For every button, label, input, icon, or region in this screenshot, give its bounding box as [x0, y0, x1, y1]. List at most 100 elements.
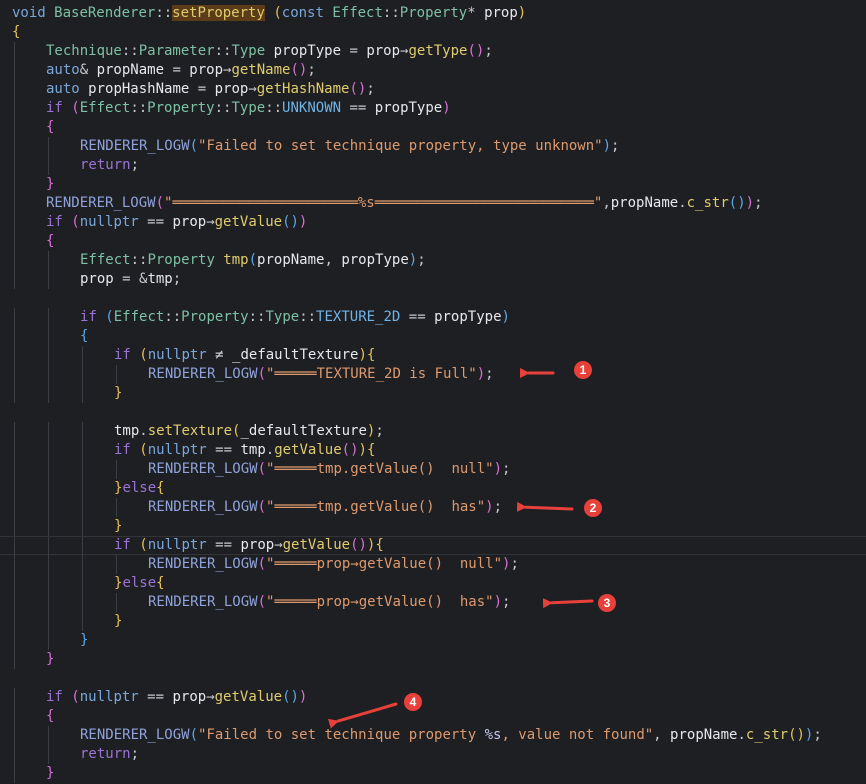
indent-guide — [82, 517, 83, 536]
code-token: propName — [257, 252, 325, 268]
code-line[interactable]: { — [0, 118, 866, 137]
code-token: ( — [155, 195, 165, 211]
code-text: if (nullptr ≠ _defaultTexture){ — [114, 346, 375, 365]
code-line[interactable]: if (nullptr == prop→getValue()){ — [0, 536, 866, 556]
code-line[interactable]: } — [0, 631, 866, 650]
indent-guide — [48, 612, 49, 631]
code-line[interactable]: void BaseRenderer::setProperty (const Ef… — [0, 4, 866, 23]
code-line[interactable]: Effect::Property tmp(propName, propType)… — [0, 251, 866, 270]
code-token: Property — [147, 100, 215, 116]
indent-guide — [14, 517, 15, 536]
code-line[interactable]: RENDERER_LOGW("Failed to set technique p… — [0, 137, 866, 156]
code-text: }else{ — [114, 479, 165, 498]
code-line[interactable]: auto propHashName = prop→getHashName(); — [0, 80, 866, 99]
code-line[interactable]: tmp.setTexture(_defaultTexture); — [0, 422, 866, 441]
code-line[interactable]: RENDERER_LOGW("═════TEXTURE_2D is Full")… — [0, 365, 866, 384]
code-text: } — [46, 764, 54, 783]
code-line[interactable]: RENDERER_LOGW("═════prop→getValue() has"… — [0, 593, 866, 612]
code-line[interactable]: }else{ — [0, 574, 866, 593]
indent-guide — [14, 498, 15, 517]
code-editor[interactable]: void BaseRenderer::setProperty (const Ef… — [0, 0, 866, 784]
indent-guide — [48, 346, 49, 365]
code-line[interactable]: } — [0, 650, 866, 669]
code-line[interactable]: return; — [0, 156, 866, 175]
code-token: () — [341, 442, 359, 458]
code-line[interactable]: return; — [0, 745, 866, 764]
indent-guide — [48, 555, 49, 574]
code-line[interactable]: } — [0, 384, 866, 403]
indent-guide — [14, 365, 15, 384]
code-token: RENDERER_LOGW — [148, 499, 258, 515]
code-token: ; — [611, 138, 620, 154]
code-line[interactable]: { — [0, 327, 866, 346]
code-line[interactable]: RENDERER_LOGW("══════════════════════%s═… — [0, 194, 866, 213]
code-text: { — [46, 232, 54, 251]
code-token: if — [80, 309, 106, 325]
code-line[interactable]: } — [0, 764, 866, 783]
code-token: :: — [214, 100, 232, 116]
indent-guide — [14, 194, 15, 213]
code-token: Parameter — [138, 43, 215, 59]
code-line[interactable]: RENDERER_LOGW("Failed to set technique p… — [0, 726, 866, 745]
code-text: } — [114, 612, 122, 631]
code-token: ) — [358, 442, 367, 458]
code-line[interactable] — [0, 669, 866, 688]
indent-guide — [48, 631, 49, 650]
code-token: == — [215, 442, 241, 458]
code-token: getValue — [214, 214, 283, 230]
code-line[interactable]: if (nullptr ≠ _defaultTexture){ — [0, 346, 866, 365]
code-token: prop — [484, 5, 518, 21]
code-token: ( — [257, 461, 267, 477]
code-line[interactable]: { — [0, 707, 866, 726]
indent-guide — [116, 593, 117, 612]
code-token: { — [366, 347, 376, 363]
indent-guide — [14, 42, 15, 61]
indent-guide — [14, 270, 15, 289]
indent-guide — [48, 156, 49, 175]
code-token: "Failed to set technique property, type … — [198, 138, 603, 154]
code-token: ( — [71, 100, 80, 116]
code-line[interactable] — [0, 289, 866, 308]
code-line[interactable]: Technique::Parameter::Type propType = pr… — [0, 42, 866, 61]
indent-guide — [48, 251, 49, 270]
code-text: } — [80, 631, 88, 650]
code-line[interactable]: RENDERER_LOGW("═════tmp.getValue() null"… — [0, 460, 866, 479]
code-line[interactable]: }else{ — [0, 479, 866, 498]
code-token: RENDERER_LOGW — [46, 195, 156, 211]
code-line[interactable]: } — [0, 517, 866, 536]
indent-guide — [48, 327, 49, 346]
code-token: RENDERER_LOGW — [148, 366, 258, 382]
indent-guide — [82, 612, 83, 631]
code-token: () — [788, 727, 805, 743]
indent-guide — [82, 574, 83, 593]
code-line[interactable]: if (nullptr == prop→getValue()) — [0, 688, 866, 707]
code-token: ; — [307, 62, 316, 78]
code-line[interactable]: if (Effect::Property::Type::UNKNOWN == p… — [0, 99, 866, 118]
indent-guide — [116, 460, 117, 479]
code-line[interactable]: { — [0, 23, 866, 42]
code-token: Effect — [79, 100, 131, 116]
code-token: RENDERER_LOGW — [148, 556, 258, 572]
code-line[interactable]: } — [0, 612, 866, 631]
code-token: . — [139, 423, 148, 439]
code-text: if (nullptr == prop→getValue()){ — [114, 537, 384, 554]
code-line[interactable]: RENDERER_LOGW("═════prop→getValue() null… — [0, 555, 866, 574]
code-text: RENDERER_LOGW("Failed to set technique p… — [80, 726, 822, 745]
code-line[interactable]: prop = &tmp; — [0, 270, 866, 289]
code-line[interactable] — [0, 403, 866, 422]
code-text: } — [114, 517, 122, 536]
code-line[interactable]: if (nullptr == tmp.getValue()){ — [0, 441, 866, 460]
code-token: ; — [502, 594, 511, 610]
code-token: () — [728, 195, 746, 211]
code-token: ( — [71, 689, 80, 705]
indent-guide — [48, 574, 49, 593]
code-line[interactable]: auto& propName = prop→getName(); — [0, 61, 866, 80]
code-line[interactable]: { — [0, 232, 866, 251]
code-token: ; — [510, 556, 519, 572]
code-line[interactable]: if (Effect::Property::Type::TEXTURE_2D =… — [0, 308, 866, 327]
code-token: ( — [105, 309, 114, 325]
code-line[interactable]: if (nullptr == prop→getValue()) — [0, 213, 866, 232]
code-token: nullptr — [147, 347, 216, 363]
code-line[interactable]: RENDERER_LOGW("═════tmp.getValue() has")… — [0, 498, 866, 517]
code-line[interactable]: } — [0, 175, 866, 194]
